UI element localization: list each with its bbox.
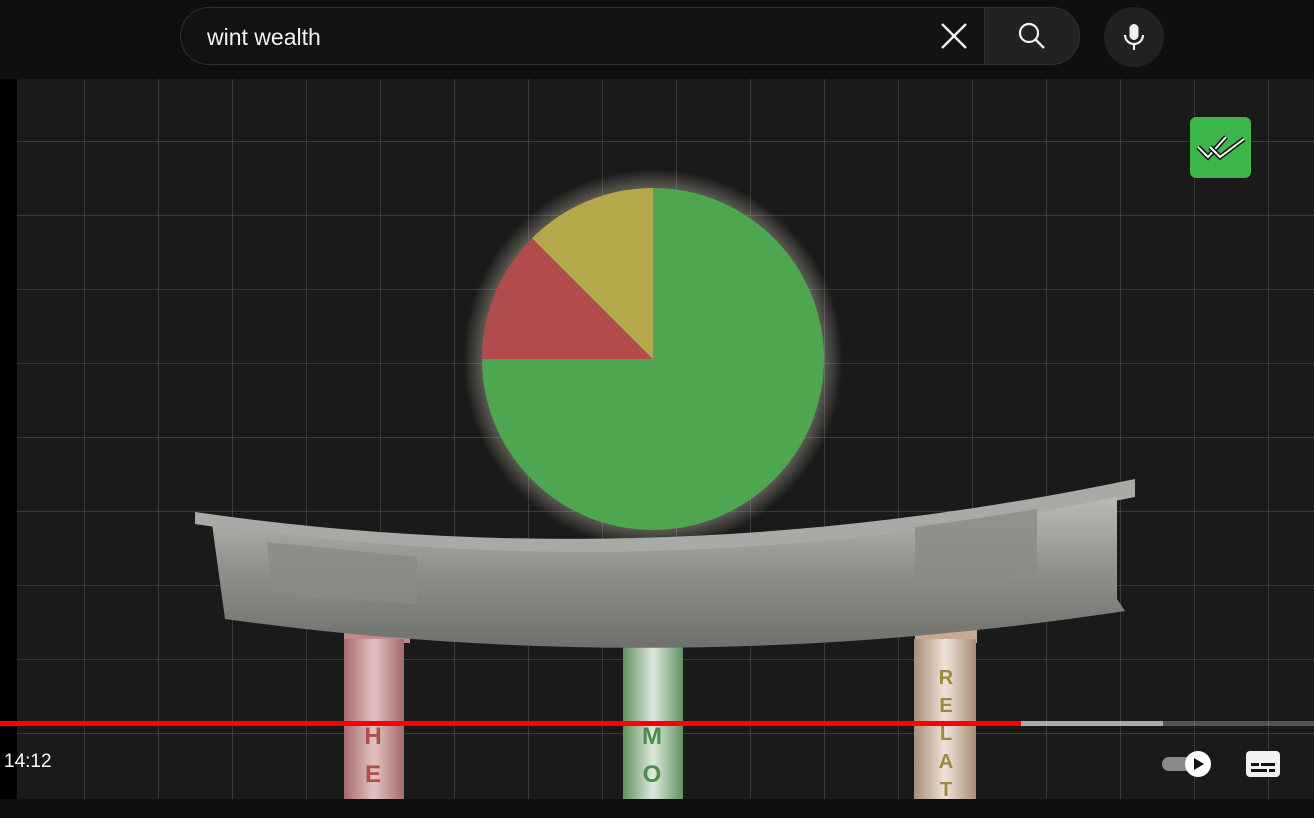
- subtitles-icon: [1246, 751, 1280, 777]
- subtitles-button[interactable]: [1243, 747, 1283, 781]
- video-frame[interactable]: H E M O R E L A T: [17, 79, 1314, 799]
- progress-played: [0, 721, 1021, 726]
- pillar-left-letter-2: E: [365, 761, 381, 788]
- double-check-logo-icon: [1195, 134, 1245, 161]
- progress-bar[interactable]: [0, 721, 1314, 726]
- pillar-right-letter-4: A: [939, 751, 953, 773]
- voice-search-button[interactable]: [1104, 7, 1164, 67]
- pillar-right-letter-1: R: [939, 667, 954, 689]
- clear-search-button[interactable]: [924, 8, 984, 64]
- pie-chart: [482, 188, 824, 530]
- pillar-right-letter-5: T: [940, 779, 952, 799]
- bottom-strip: [0, 799, 1314, 818]
- pillar-left-letter-1: H: [364, 723, 381, 750]
- search-input[interactable]: [205, 8, 929, 66]
- autoplay-toggle[interactable]: [1162, 750, 1212, 778]
- channel-watermark[interactable]: [1190, 117, 1251, 178]
- search-button[interactable]: [984, 7, 1080, 65]
- current-time: 14:12: [4, 751, 52, 772]
- close-icon: [941, 23, 967, 49]
- autoplay-toggle-icon: [1162, 751, 1211, 777]
- pillar-right-letter-2: E: [939, 695, 952, 717]
- video-player[interactable]: H E M O R E L A T: [0, 79, 1314, 799]
- pillar-right-letter-3: L: [940, 723, 952, 745]
- top-bar: [0, 0, 1314, 78]
- search-box[interactable]: [180, 7, 984, 66]
- search-icon: [1018, 22, 1045, 49]
- pillar-middle-letter-2: O: [643, 761, 662, 788]
- microphone-icon: [1123, 24, 1145, 50]
- video-scene: H E M O R E L A T: [17, 79, 1314, 799]
- pillar-middle-letter-1: M: [642, 723, 662, 750]
